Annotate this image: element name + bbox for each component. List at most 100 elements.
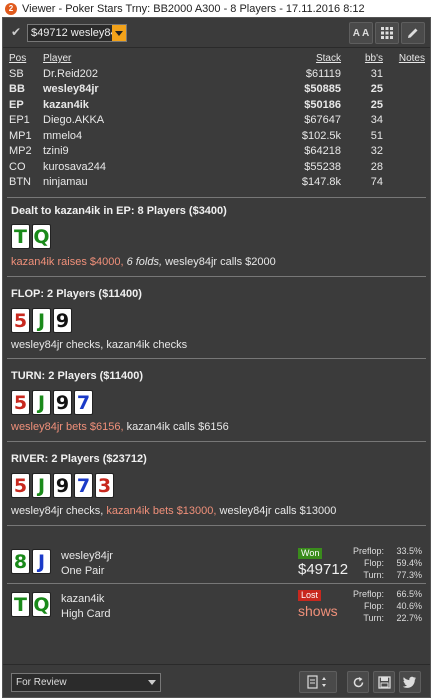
layout-button[interactable]: [375, 22, 399, 44]
table-row[interactable]: EP kazan4ik $50186 25: [9, 98, 425, 114]
table-row[interactable]: CO kurosava244 $55238 28: [9, 160, 425, 176]
row-pos: MP1: [9, 129, 32, 142]
row-stack: $50186: [304, 98, 341, 111]
twitter-button[interactable]: [399, 671, 421, 693]
equity-value: 22.7%: [396, 613, 422, 623]
toolbar: ✔ $49712 wesley84jr A A: [3, 18, 430, 48]
table-row[interactable]: EP1 Diego.AKKA $67647 34: [9, 113, 425, 129]
card: Q: [32, 224, 51, 249]
flop-title: FLOP: 2 Players ($11400): [11, 288, 142, 300]
row-pos: BTN: [9, 176, 31, 188]
app-icon: 2: [5, 2, 17, 15]
header-notes[interactable]: Notes: [383, 51, 425, 67]
equity-label: Flop:: [363, 601, 384, 611]
card: 5: [11, 308, 30, 333]
equity-table: Preflop: 66.5% Flop: 40.6% Turn: 22.7%: [338, 588, 422, 624]
result-player-name: kazan4ik: [61, 593, 105, 605]
lost-badge: Lost: [298, 590, 322, 601]
row-pos: EP1: [9, 114, 30, 126]
card: J: [32, 473, 51, 498]
card: T: [11, 592, 30, 617]
action-highlight: kazan4ik bets $13000,: [106, 505, 217, 517]
turn-action: wesley84jr bets $6156, kazan4ik calls $6…: [11, 421, 229, 433]
action-highlight: kazan4ik raises $4000,: [11, 256, 124, 268]
twitter-icon: [403, 676, 416, 688]
refresh-icon: [353, 676, 363, 687]
table-row[interactable]: BB wesley84jr $50885 25: [9, 82, 425, 98]
card: T: [11, 224, 30, 249]
equity-row: Turn: 22.7%: [338, 612, 422, 624]
row-pos: MP2: [9, 145, 32, 157]
result-player-name: wesley84jr: [61, 550, 113, 562]
chevron-down-icon[interactable]: [148, 680, 156, 685]
row-bbs: 74: [370, 176, 383, 188]
action-text: wesley84jr checks,: [11, 505, 107, 517]
review-select-value: For Review: [16, 677, 67, 688]
row-pos: EP: [9, 98, 24, 111]
river-cards: 5 J 9 7 3: [11, 473, 114, 498]
chevron-down-icon[interactable]: [112, 25, 126, 41]
card: J: [32, 308, 51, 333]
equity-row: Preflop: 33.5%: [338, 545, 422, 557]
review-select[interactable]: For Review: [11, 673, 161, 692]
card: 7: [74, 390, 93, 415]
row-notes: [383, 160, 425, 176]
card: 9: [53, 473, 72, 498]
preflop-action: kazan4ik raises $4000, 6 folds, wesley84…: [11, 256, 276, 268]
equity-label: Turn:: [363, 613, 384, 623]
table-row[interactable]: MP1 mmelo4 $102.5k 51: [9, 129, 425, 145]
turn-cards: 5 J 9 7: [11, 390, 93, 415]
card: Q: [32, 592, 51, 617]
row-notes: [383, 129, 425, 145]
table-row[interactable]: SB Dr.Reid202 $61119 31: [9, 67, 425, 83]
row-stack: $61119: [305, 67, 341, 80]
row-player: mmelo4: [43, 129, 83, 142]
row-pos: SB: [9, 67, 24, 80]
save-icon: [377, 675, 391, 689]
row-pos: BB: [9, 83, 25, 95]
header-stack[interactable]: Stack: [253, 51, 341, 67]
equity-label: Preflop:: [352, 546, 384, 556]
table-row[interactable]: MP2 tzini9 $64218 32: [9, 144, 425, 160]
action-text: wesley84jr calls $13000: [216, 505, 337, 517]
equity-row: Flop: 59.4%: [338, 557, 422, 569]
row-player: Dr.Reid202: [43, 67, 99, 80]
row-player: kurosava244: [43, 160, 106, 173]
row-notes: [383, 67, 425, 83]
row-bbs: 25: [370, 83, 383, 95]
clipboard-button[interactable]: [299, 671, 337, 693]
refresh-button[interactable]: [347, 671, 369, 693]
card: 5: [11, 473, 30, 498]
row-player: wesley84jr: [43, 83, 99, 95]
row-notes: [383, 98, 425, 114]
header-pos[interactable]: Pos: [9, 51, 43, 67]
equity-row: Turn: 77.3%: [338, 569, 422, 581]
row-pos: CO: [9, 160, 26, 173]
window-title: Viewer - Poker Stars Trny: BB2000 A300 -…: [22, 2, 365, 15]
player-select[interactable]: $49712 wesley84jr: [27, 24, 127, 42]
edit-button[interactable]: [401, 22, 425, 44]
result-hand: One Pair: [61, 565, 105, 577]
equity-value: 77.3%: [396, 570, 422, 580]
grid-icon: [381, 27, 393, 39]
save-button[interactable]: [373, 671, 395, 693]
row-bbs: 32: [370, 145, 383, 157]
divider: [7, 276, 426, 277]
font-size-button[interactable]: A A: [349, 22, 373, 44]
equity-label: Turn:: [363, 570, 384, 580]
header-bbs[interactable]: bb's: [341, 51, 383, 67]
checkmark-icon[interactable]: ✔: [11, 26, 23, 38]
bottom-toolbar: For Review: [3, 664, 430, 698]
result-hand: High Card: [61, 608, 111, 620]
row-bbs: 28: [370, 160, 383, 173]
viewer-panel: ✔ $49712 wesley84jr A A Pos Player Stack: [2, 17, 431, 698]
card: 9: [53, 308, 72, 333]
preflop-title: Dealt to kazan4ik in EP: 8 Players ($340…: [11, 205, 227, 217]
table-row[interactable]: BTN ninjamau $147.8k 74: [9, 175, 425, 191]
turn-title: TURN: 2 Players ($11400): [11, 370, 144, 382]
header-player[interactable]: Player: [43, 51, 253, 67]
divider: [7, 358, 426, 359]
result-cards: T Q: [11, 592, 51, 617]
row-stack: $67647: [304, 114, 341, 126]
action-highlight: wesley84jr bets $6156,: [11, 421, 124, 433]
